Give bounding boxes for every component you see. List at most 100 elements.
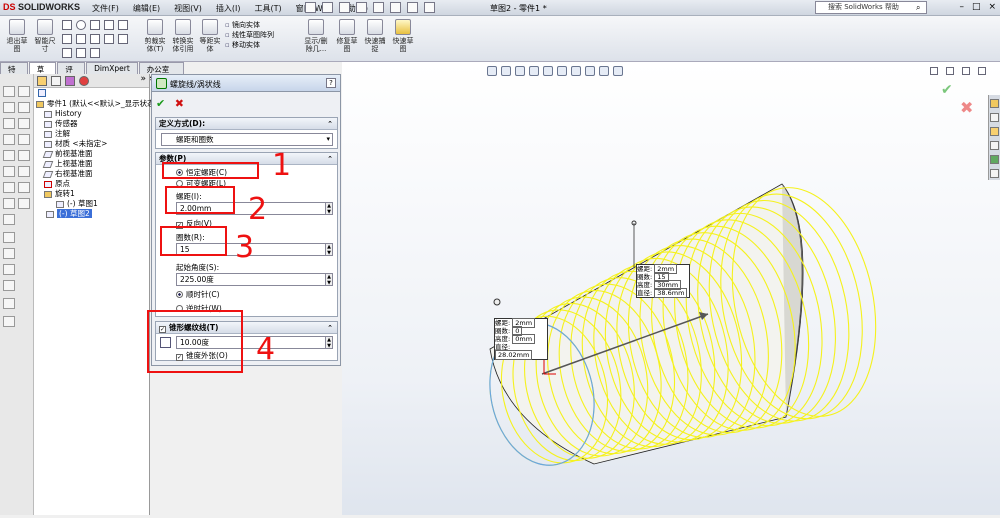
zoom-to-fit-icon[interactable]: [487, 66, 497, 76]
configuration-tab-icon[interactable]: [65, 76, 75, 86]
linear-pattern-button[interactable]: 线性草图阵列: [225, 30, 274, 40]
graphics-area[interactable]: 螺距: 2mm 圈数: 15 高度: 30mm 直径: 38.6mm 螺距: 2…: [342, 62, 1000, 515]
menu-edit[interactable]: 编辑(E): [126, 3, 167, 14]
options-icon[interactable]: [424, 2, 435, 13]
zoom-area-icon[interactable]: [18, 102, 30, 113]
polygon-icon[interactable]: [118, 20, 128, 30]
taper-angle-spinner[interactable]: ▲ ▼: [325, 336, 333, 349]
tab-office-products[interactable]: 办公室产品: [138, 62, 184, 85]
tab-dimxpert[interactable]: DimXpert: [86, 62, 138, 74]
offset-entities-button[interactable]: 等距实 体: [198, 19, 222, 53]
arc-icon[interactable]: [90, 20, 100, 30]
hide-show-items-icon[interactable]: [571, 66, 581, 76]
sketch-relations-icon[interactable]: [3, 298, 15, 309]
display-delete-relations-button[interactable]: 显示/删 除几...: [300, 19, 332, 53]
perspective-icon[interactable]: [18, 150, 30, 161]
tree-item-material[interactable]: 材质 <未指定>: [34, 139, 149, 149]
undo-icon[interactable]: [373, 2, 384, 13]
solidworks-logo[interactable]: DS SOLIDWORKS: [3, 2, 80, 12]
curvature-icon[interactable]: [3, 248, 15, 259]
measure-icon[interactable]: [3, 166, 15, 177]
circle-icon[interactable]: [76, 20, 86, 30]
point-icon[interactable]: [62, 48, 72, 58]
tab-sketch[interactable]: 草图: [28, 62, 57, 85]
tree-item-origin[interactable]: 原点: [34, 179, 149, 189]
line-icon[interactable]: [62, 20, 72, 30]
property-manager-tab-icon[interactable]: [51, 76, 61, 86]
tree-item-top-plane[interactable]: 上视基准面: [34, 159, 149, 169]
clockwise-radio[interactable]: 顺时针(C): [176, 290, 220, 299]
define-by-header[interactable]: 定义方式(D): ⌃: [156, 118, 337, 130]
trim-button[interactable]: 剪裁实 体(T): [142, 19, 168, 53]
tab-evaluate[interactable]: 评估: [57, 62, 86, 85]
tree-item-right-plane[interactable]: 右视基准面: [34, 169, 149, 179]
feature-tree-tab-icon[interactable]: [37, 76, 47, 86]
pan-icon[interactable]: [18, 118, 30, 129]
scene-icon[interactable]: [18, 182, 30, 193]
viewport-minimize-icon[interactable]: [930, 67, 938, 75]
viewport-restore-icon[interactable]: [946, 67, 954, 75]
cancel-button[interactable]: ✖: [175, 97, 184, 110]
camera-icon[interactable]: [3, 214, 15, 225]
move-entities-button[interactable]: 移动实体: [225, 40, 274, 50]
search-input[interactable]: 搜索 SolidWorks 帮助: [815, 1, 927, 14]
repair-sketch-button[interactable]: 修复草 图: [334, 19, 360, 53]
new-icon[interactable]: [305, 2, 316, 13]
design-library-icon[interactable]: [990, 113, 999, 122]
start-angle-spinner[interactable]: ▲ ▼: [325, 273, 333, 286]
ellipse-icon[interactable]: [90, 34, 100, 44]
ok-button[interactable]: ✔: [156, 97, 165, 110]
view-orientation-icon[interactable]: [3, 86, 15, 97]
define-by-select[interactable]: 螺距和圈数 ▾: [161, 133, 333, 146]
close-icon[interactable]: ×: [988, 2, 996, 12]
menu-file[interactable]: 文件(F): [85, 3, 126, 14]
callout-right[interactable]: 螺距: 2mm 圈数: 15 高度: 30mm 直径: 38.6mm: [636, 264, 690, 298]
apply-scene-icon[interactable]: [599, 66, 609, 76]
centerline-icon[interactable]: [76, 48, 86, 58]
pitch-spinner[interactable]: ▲ ▼: [325, 202, 333, 215]
appearances-icon[interactable]: [990, 155, 999, 164]
open-icon[interactable]: [322, 2, 333, 13]
grid-icon[interactable]: [3, 316, 15, 327]
text-icon[interactable]: [90, 48, 100, 58]
view-orientation-icon[interactable]: [543, 66, 553, 76]
zoom-fit-icon[interactable]: [3, 102, 15, 113]
display-style-icon[interactable]: [557, 66, 567, 76]
tree-item-history[interactable]: History: [34, 109, 149, 119]
wireframe-icon[interactable]: [18, 134, 30, 145]
draft-analysis-icon[interactable]: [3, 280, 15, 291]
view-palette-icon[interactable]: [990, 141, 999, 150]
revolutions-spinner[interactable]: ▲ ▼: [325, 243, 333, 256]
fillet-icon[interactable]: [104, 34, 114, 44]
menu-view[interactable]: 视图(V): [167, 3, 209, 14]
collapse-icon[interactable]: ⌃: [327, 322, 333, 334]
file-explorer-icon[interactable]: [990, 127, 999, 136]
mirror-entities-button[interactable]: 镜向实体: [225, 20, 274, 30]
tree-item-sensors[interactable]: 传感器: [34, 119, 149, 129]
exit-sketch-button[interactable]: 退出草 图: [4, 19, 30, 53]
previous-view-icon[interactable]: [515, 66, 525, 76]
filter-icon[interactable]: [38, 89, 46, 97]
hide-show-icon[interactable]: [3, 232, 15, 243]
print-icon[interactable]: [356, 2, 367, 13]
search-go-icon[interactable]: ⌕: [916, 3, 920, 13]
section-view-icon[interactable]: [529, 66, 539, 76]
custom-properties-icon[interactable]: [990, 169, 999, 178]
spline-icon[interactable]: [104, 20, 114, 30]
confirmation-ok-icon[interactable]: ✔: [941, 82, 953, 98]
help-icon[interactable]: ?: [326, 78, 336, 88]
maximize-icon[interactable]: □: [972, 2, 981, 12]
rotate-icon[interactable]: [3, 118, 15, 129]
viewport-maximize-icon[interactable]: [962, 67, 970, 75]
menu-insert[interactable]: 插入(I): [209, 3, 248, 14]
appearance-icon[interactable]: [3, 182, 15, 193]
tree-item-front-plane[interactable]: 前视基准面: [34, 149, 149, 159]
rapid-sketch-button[interactable]: 快速草 图: [390, 19, 416, 53]
display-icon[interactable]: [3, 198, 15, 209]
save-icon[interactable]: [339, 2, 350, 13]
mass-properties-icon[interactable]: [18, 166, 30, 177]
edit-appearance-icon[interactable]: [585, 66, 595, 76]
tree-item-annotations[interactable]: 注解: [34, 129, 149, 139]
callout-left[interactable]: 螺距: 2mm 圈数: 0 高度: 0mm 直径: 28.02mm: [494, 318, 548, 360]
start-angle-input[interactable]: 225.00度: [176, 273, 326, 286]
